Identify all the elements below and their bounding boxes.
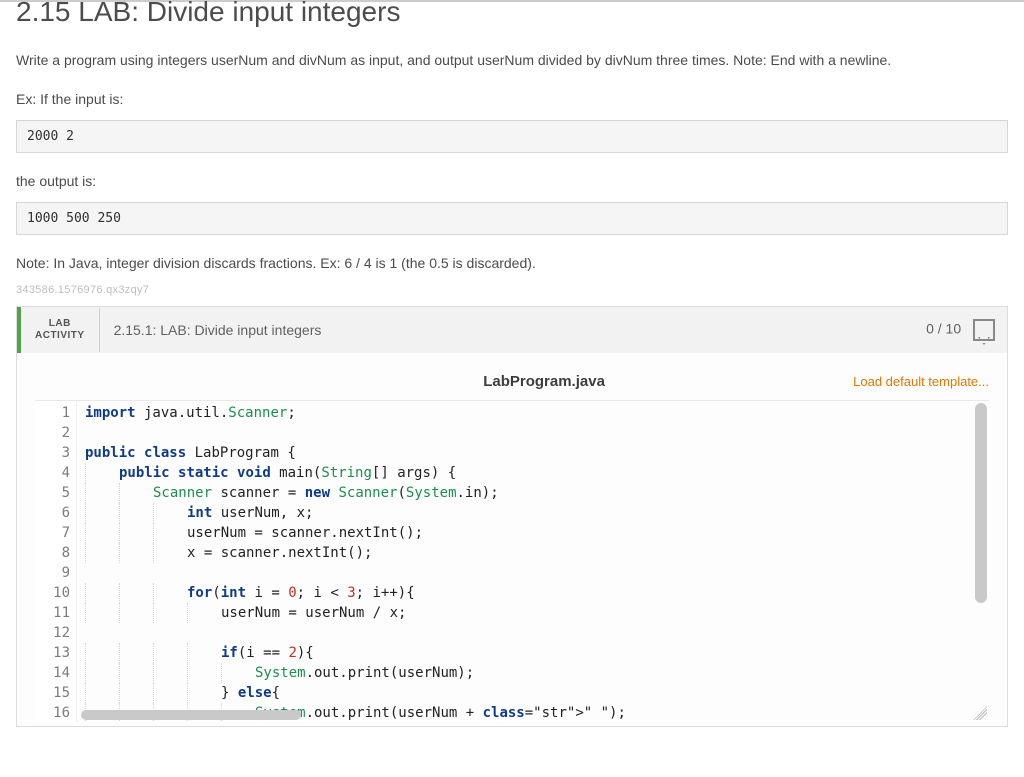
instructions-p1: Write a program using integers userNum a… (16, 50, 1008, 71)
score: 0 / 10 (914, 307, 1007, 353)
load-default-template-link[interactable]: Load default template... (853, 374, 989, 389)
page-title: 2.15 LAB: Divide input integers (0, 0, 1024, 32)
example-input-box: 2000 2 (16, 120, 1008, 153)
activity-title: 2.15.1: LAB: Divide input integers (100, 310, 915, 350)
shield-icon (973, 319, 995, 341)
activity-header: LAB ACTIVITY 2.15.1: LAB: Divide input i… (17, 307, 1007, 353)
content: Write a program using integers userNum a… (0, 50, 1024, 727)
editor-area: LabProgram.java Load default template...… (17, 353, 1007, 726)
lab-badge: LAB ACTIVITY (21, 308, 100, 352)
resize-handle-icon[interactable] (973, 706, 987, 720)
scrollbar-vertical[interactable] (975, 403, 987, 702)
scrollbar-horizontal[interactable] (81, 710, 971, 720)
note: Note: In Java, integer division discards… (16, 253, 1008, 274)
output-intro: the output is: (16, 171, 1008, 192)
line-gutter: 1 2 3 4 5 6 7 8 9 10 11 12 13 14 15 16 (35, 401, 77, 722)
example-intro: Ex: If the input is: (16, 89, 1008, 110)
code-editor[interactable]: 1 2 3 4 5 6 7 8 9 10 11 12 13 14 15 16 i… (35, 400, 989, 722)
filename-label: LabProgram.java (235, 373, 853, 390)
example-output-box: 1000 500 250 (16, 202, 1008, 235)
lab-activity: LAB ACTIVITY 2.15.1: LAB: Divide input i… (16, 306, 1008, 727)
watermark: 343586.1576976.qx3zqy7 (16, 284, 1008, 296)
code-body[interactable]: import java.util.Scanner; public class L… (81, 401, 971, 722)
